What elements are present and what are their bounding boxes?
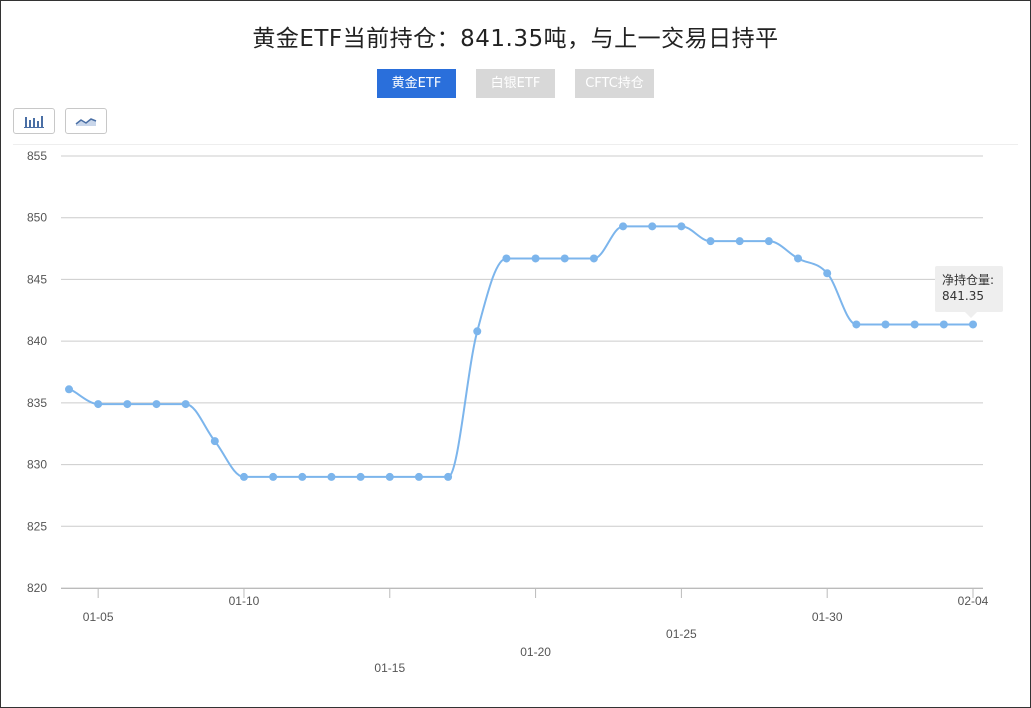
data-point [560, 254, 569, 263]
data-point [823, 269, 832, 278]
value-tooltip: 净持仓量: 841.35 [935, 266, 1003, 318]
data-point [764, 237, 773, 246]
data-point [677, 222, 686, 231]
chart-frame: 黄金ETF当前持仓：841.35吨，与上一交易日持平 黄金ETF 白银ETF C… [0, 0, 1031, 708]
y-tick-label: 855 [27, 149, 47, 163]
data-point [589, 254, 598, 263]
data-point [619, 222, 628, 231]
x-tick-label: 01-05 [83, 610, 114, 624]
y-tick-label: 820 [27, 581, 47, 595]
x-tick-label: 01-25 [666, 627, 697, 641]
y-tick-label: 825 [27, 519, 47, 533]
data-point [881, 320, 890, 329]
data-point [385, 472, 394, 481]
data-point [648, 222, 657, 231]
tooltip-label: 净持仓量: [942, 273, 995, 287]
data-point [939, 320, 948, 329]
y-tick-label: 850 [27, 211, 47, 225]
data-point [239, 472, 248, 481]
x-tick-label: 01-15 [374, 661, 405, 675]
x-tick-label: 01-20 [520, 645, 551, 659]
y-tick-label: 840 [27, 334, 47, 348]
x-tick-label: 01-10 [229, 594, 260, 608]
line-chart: 820 825 830 835 840 845 850 855 01-05 01-10 01-15 0… [27, 149, 989, 675]
y-tick-label: 830 [27, 458, 47, 472]
y-tick-label: 845 [27, 272, 47, 286]
data-point [94, 400, 103, 409]
x-tick-label: 01-30 [812, 610, 843, 624]
data-point [181, 400, 190, 409]
data-point [852, 320, 861, 329]
data-point [969, 320, 977, 329]
data-point [414, 472, 423, 481]
data-point [123, 400, 132, 409]
data-point [444, 472, 453, 481]
data-point [735, 237, 744, 246]
tooltip-value: 841.35 [942, 289, 984, 303]
series-line [68, 225, 973, 478]
x-tick-label: 02-04 [958, 594, 989, 608]
data-point [706, 237, 715, 246]
data-point [269, 472, 278, 481]
data-point [210, 437, 219, 446]
data-point [356, 472, 365, 481]
data-point [531, 254, 540, 263]
data-point [152, 400, 161, 409]
y-tick-label: 835 [27, 396, 47, 410]
data-point [327, 472, 336, 481]
data-point [502, 254, 511, 263]
data-point [473, 327, 482, 336]
data-point [65, 385, 73, 394]
data-point [794, 254, 803, 263]
data-point [298, 472, 307, 481]
data-point [910, 320, 919, 329]
